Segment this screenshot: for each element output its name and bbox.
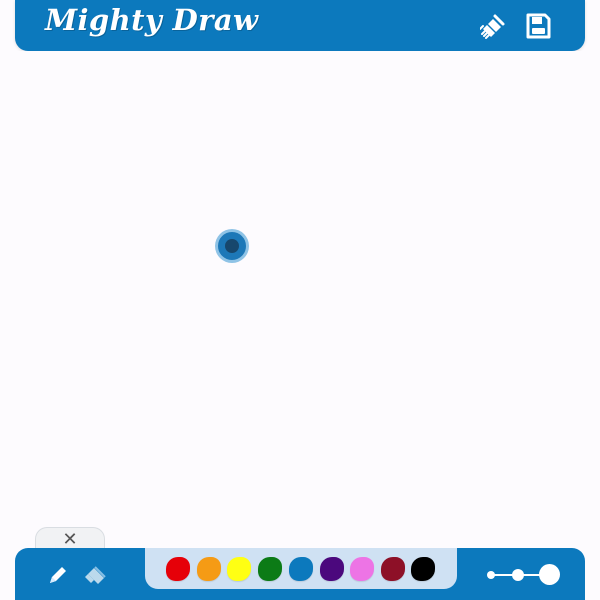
save-icon xyxy=(526,13,551,39)
clear-canvas-icon xyxy=(480,14,505,39)
color-swatch-black[interactable] xyxy=(411,557,435,581)
eraser-tool-button[interactable] xyxy=(82,562,110,590)
bottom-toolbar xyxy=(15,548,585,600)
large-brush-size-icon[interactable] xyxy=(539,564,560,585)
app-logo: Mighty Draw xyxy=(45,3,259,37)
color-swatch-yellow[interactable] xyxy=(227,557,251,581)
color-swatch-maroon[interactable] xyxy=(381,557,405,581)
brush-cursor-center xyxy=(225,239,239,253)
color-swatch-orange[interactable] xyxy=(197,557,221,581)
pencil-tool-button[interactable] xyxy=(43,562,71,590)
clear-canvas-button[interactable] xyxy=(479,11,509,41)
color-swatch-pink[interactable] xyxy=(350,557,374,581)
color-swatch-red[interactable] xyxy=(166,557,190,581)
drawing-app: Mighty Draw ✕ xyxy=(0,0,600,600)
top-app-bar: Mighty Draw xyxy=(15,0,585,51)
pencil-icon xyxy=(50,567,66,583)
color-swatch-purple[interactable] xyxy=(320,557,344,581)
brush-size-selector[interactable] xyxy=(485,561,560,589)
drawing-canvas[interactable] xyxy=(0,51,600,548)
color-swatch-blue[interactable] xyxy=(289,557,313,581)
small-brush-size-icon[interactable] xyxy=(487,571,495,579)
close-icon: ✕ xyxy=(62,528,78,550)
medium-brush-size-icon[interactable] xyxy=(512,569,524,581)
color-palette xyxy=(145,548,457,589)
color-swatch-green[interactable] xyxy=(258,557,282,581)
eraser-icon xyxy=(85,566,106,584)
save-button[interactable] xyxy=(523,11,553,41)
